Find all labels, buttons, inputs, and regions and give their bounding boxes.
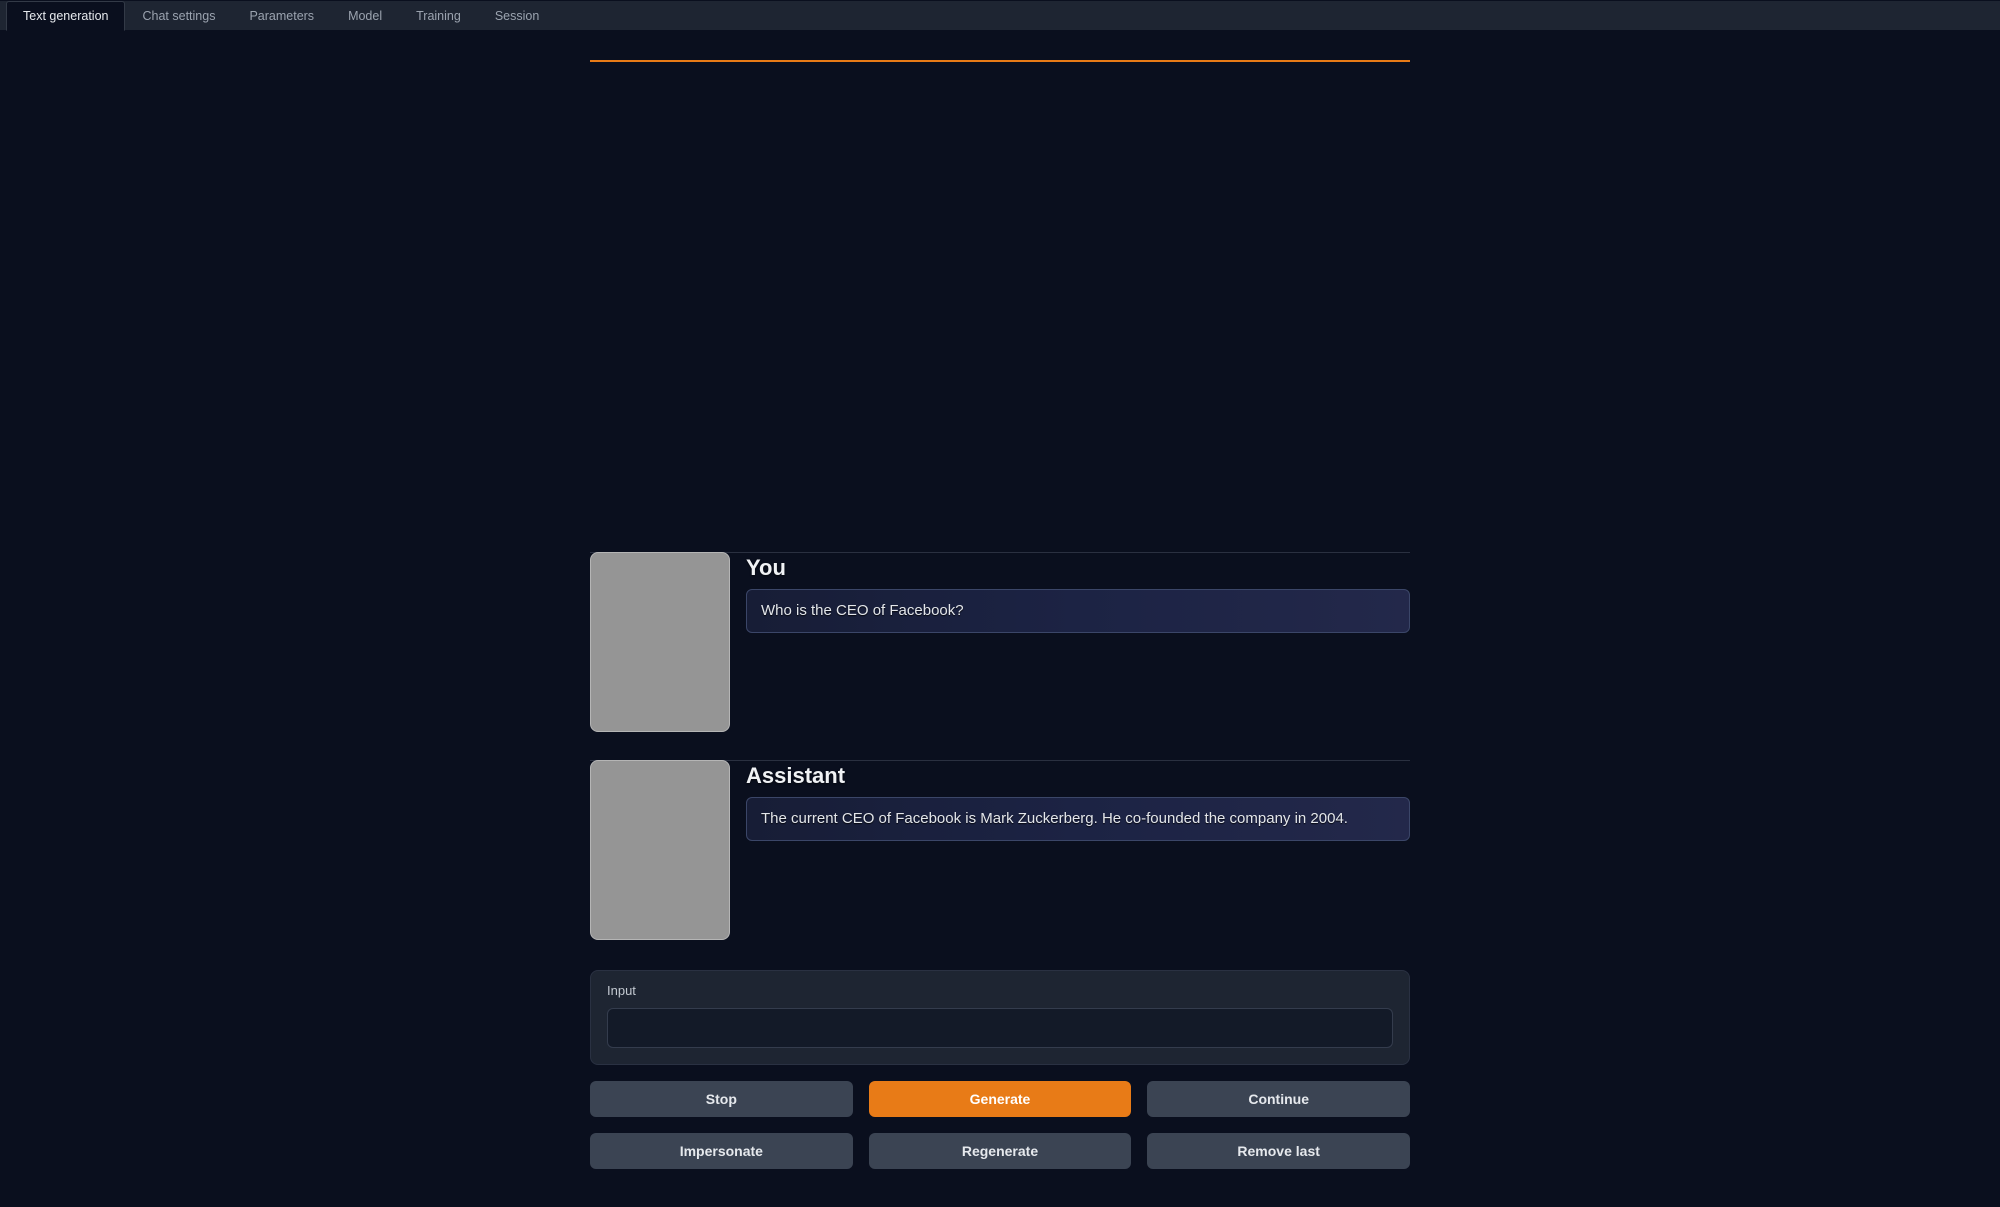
button-row-1: Stop Generate Continue Impersonate Regen…	[590, 1081, 1410, 1169]
message-body-user: You Who is the CEO of Facebook?	[746, 553, 1410, 732]
input-panel: Input	[590, 970, 1410, 1065]
chat-area: You Who is the CEO of Facebook? Assistan…	[590, 62, 1410, 940]
content: You Who is the CEO of Facebook? Assistan…	[0, 60, 2000, 1169]
message-row-user: You Who is the CEO of Facebook?	[590, 552, 1410, 732]
tab-training[interactable]: Training	[399, 1, 478, 30]
continue-button[interactable]: Continue	[1147, 1081, 1410, 1117]
tab-parameters[interactable]: Parameters	[232, 1, 331, 30]
input-field[interactable]	[607, 1008, 1393, 1048]
message-body-assistant: Assistant The current CEO of Facebook is…	[746, 761, 1410, 940]
tab-chat-settings[interactable]: Chat settings	[125, 1, 232, 30]
tab-session[interactable]: Session	[478, 1, 556, 30]
message-text-user: Who is the CEO of Facebook?	[746, 589, 1410, 633]
speaker-name-assistant: Assistant	[746, 763, 1410, 789]
input-label: Input	[607, 983, 1393, 998]
input-section: Input Stop Generate Continue Impersonate…	[590, 970, 1410, 1169]
impersonate-button[interactable]: Impersonate	[590, 1133, 853, 1169]
remove-last-button[interactable]: Remove last	[1147, 1133, 1410, 1169]
generate-button[interactable]: Generate	[869, 1081, 1132, 1117]
tab-model[interactable]: Model	[331, 1, 399, 30]
avatar-assistant	[590, 760, 730, 940]
stop-button[interactable]: Stop	[590, 1081, 853, 1117]
message-text-assistant: The current CEO of Facebook is Mark Zuck…	[746, 797, 1410, 841]
avatar-user	[590, 552, 730, 732]
tab-bar: Text generation Chat settings Parameters…	[0, 0, 2000, 30]
tab-text-generation[interactable]: Text generation	[6, 1, 125, 31]
message-row-assistant: Assistant The current CEO of Facebook is…	[590, 760, 1410, 940]
regenerate-button[interactable]: Regenerate	[869, 1133, 1132, 1169]
speaker-name-user: You	[746, 555, 1410, 581]
